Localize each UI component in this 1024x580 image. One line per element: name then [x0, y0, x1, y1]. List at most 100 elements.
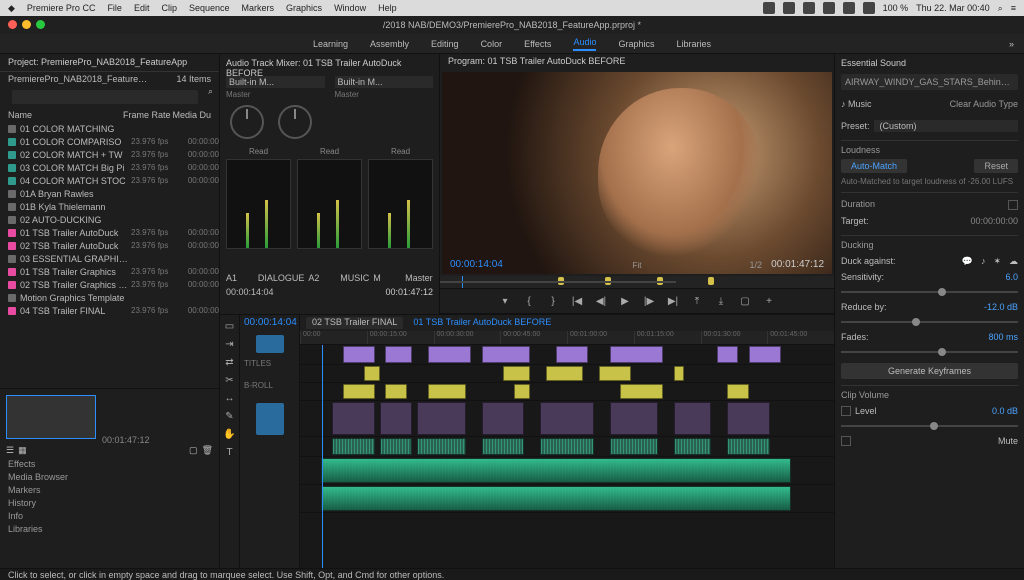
channel-select[interactable]: Built-in M... [226, 76, 325, 88]
zoom-button[interactable] [36, 20, 45, 29]
app-name[interactable]: Premiere Pro CC [27, 3, 96, 13]
clip[interactable] [380, 438, 412, 455]
menu-help[interactable]: Help [378, 3, 397, 13]
clip[interactable] [749, 346, 781, 363]
time-ruler[interactable]: 00:0000:00:15:0000:00:30:0000:00:45:0000… [300, 331, 834, 345]
fades-value[interactable]: 800 ms [988, 332, 1018, 342]
play-icon[interactable]: ▶ [618, 294, 632, 308]
clip[interactable] [321, 458, 791, 483]
extract-icon[interactable]: ⤓ [714, 294, 728, 308]
selection-tool-icon[interactable]: ▭ [223, 319, 237, 333]
clip[interactable] [717, 346, 738, 363]
clip[interactable] [674, 438, 711, 455]
sensitivity-value[interactable]: 6.0 [1005, 272, 1018, 282]
menu-window[interactable]: Window [334, 3, 366, 13]
project-item[interactable]: 02 COLOR MATCH + TW23.976 fps00:00:00 [0, 148, 219, 161]
track-label[interactable]: B-ROLL [240, 377, 299, 399]
generate-keyframes-button[interactable]: Generate Keyframes [841, 363, 1018, 379]
clip[interactable] [332, 438, 375, 455]
close-button[interactable] [8, 20, 17, 29]
search-input[interactable] [12, 90, 198, 104]
project-item[interactable]: 02 TSB Trailer Graphics Pro23.976 fps00:… [0, 278, 219, 291]
clip[interactable] [385, 346, 412, 363]
clip-volume-section[interactable]: Clip Volume [841, 390, 1018, 400]
panel-tab[interactable]: Info [8, 511, 211, 524]
clip[interactable] [610, 438, 658, 455]
timeline-track[interactable] [300, 401, 834, 437]
preview-thumb[interactable] [6, 395, 96, 439]
ws-assembly[interactable]: Assembly [370, 39, 409, 49]
ws-learning[interactable]: Learning [313, 39, 348, 49]
seq-tab-active[interactable]: 01 TSB Trailer AutoDuck BEFORE [407, 317, 557, 329]
clip[interactable] [482, 402, 525, 435]
clip[interactable] [417, 438, 465, 455]
duration-section[interactable]: Duration [841, 199, 875, 209]
menu-graphics[interactable]: Graphics [286, 3, 322, 13]
hand-tool-icon[interactable]: ✋ [223, 427, 237, 441]
project-item[interactable]: 04 COLOR MATCH STOC23.976 fps00:00:00 [0, 174, 219, 187]
project-item[interactable]: Motion Graphics Template [0, 291, 219, 304]
sfx-icon[interactable]: ✶ [993, 256, 1001, 267]
notif-icon[interactable]: ≡ [1011, 3, 1016, 13]
clip[interactable] [727, 438, 770, 455]
clip[interactable] [417, 402, 465, 435]
project-item[interactable]: 02 TSB Trailer AutoDuck23.976 fps00:00:0… [0, 239, 219, 252]
ws-color[interactable]: Color [481, 39, 503, 49]
clip[interactable] [540, 402, 593, 435]
minimize-button[interactable] [22, 20, 31, 29]
clear-type-button[interactable]: Clear Audio Type [950, 99, 1018, 109]
level-meter[interactable] [368, 159, 433, 249]
timeline-track[interactable] [300, 345, 834, 365]
level-toggle[interactable] [841, 406, 851, 416]
ripple-tool-icon[interactable]: ⇄ [223, 355, 237, 369]
status-icon[interactable] [843, 2, 855, 14]
video-viewport[interactable]: 00:00:14:04 Fit 00:01:47:12 1/2 [442, 72, 832, 274]
ambience-icon[interactable]: ☁ [1009, 256, 1018, 267]
menu-clip[interactable]: Clip [161, 3, 177, 13]
dialogue-icon[interactable]: 💬 [962, 256, 973, 267]
menu-file[interactable]: File [107, 3, 122, 13]
export-frame-icon[interactable]: ▢ [738, 294, 752, 308]
clip[interactable] [343, 346, 375, 363]
automation-mode[interactable]: Read [297, 147, 362, 156]
clip[interactable] [727, 384, 748, 399]
loudness-section[interactable]: Loudness [841, 145, 1018, 155]
level-value[interactable]: 0.0 dB [992, 406, 1018, 416]
project-item[interactable]: 01 COLOR COMPARISO23.976 fps00:00:00 [0, 135, 219, 148]
step-back-icon[interactable]: ◀| [594, 294, 608, 308]
clip[interactable] [364, 366, 380, 381]
menu-edit[interactable]: Edit [134, 3, 150, 13]
clip[interactable] [385, 384, 406, 399]
timeline-track[interactable] [300, 383, 834, 401]
reduce-slider[interactable] [841, 315, 1018, 329]
clock[interactable]: Thu 22. Mar 00:40 [916, 3, 990, 13]
new-bin-icon[interactable]: ▢ [189, 445, 198, 456]
project-item[interactable]: 01 TSB Trailer Graphics23.976 fps00:00:0… [0, 265, 219, 278]
marker-icon[interactable]: ▾ [498, 294, 512, 308]
program-scrubber[interactable] [440, 276, 834, 288]
clip[interactable] [343, 384, 375, 399]
clip[interactable] [321, 486, 791, 511]
timeline-track[interactable] [300, 485, 834, 513]
status-icon[interactable] [763, 2, 775, 14]
apple-icon[interactable]: ◆ [8, 3, 15, 14]
clip[interactable] [727, 402, 770, 435]
slip-tool-icon[interactable]: ↔ [223, 391, 237, 405]
goto-in-icon[interactable]: |◀ [570, 294, 584, 308]
panel-tab[interactable]: Effects [8, 459, 211, 472]
tracks-area[interactable] [300, 345, 834, 568]
overflow-icon[interactable]: » [1009, 39, 1014, 49]
sensitivity-slider[interactable] [841, 285, 1018, 299]
ws-audio[interactable]: Audio [573, 37, 596, 51]
track-select-icon[interactable]: ⇥ [223, 337, 237, 351]
clip[interactable] [610, 402, 658, 435]
program-tab[interactable]: Program: 01 TSB Trailer AutoDuck BEFORE [440, 54, 834, 70]
filter-icon[interactable]: ⌕ [208, 86, 213, 108]
pan-dial[interactable] [278, 105, 312, 139]
clip[interactable] [674, 366, 685, 381]
automation-mode[interactable]: Read [226, 147, 291, 156]
project-item[interactable]: 03 ESSENTIAL GRAPHICS [0, 252, 219, 265]
clip[interactable] [482, 438, 525, 455]
project-item[interactable]: 02 AUTO-DUCKING [0, 213, 219, 226]
clip[interactable] [610, 346, 663, 363]
